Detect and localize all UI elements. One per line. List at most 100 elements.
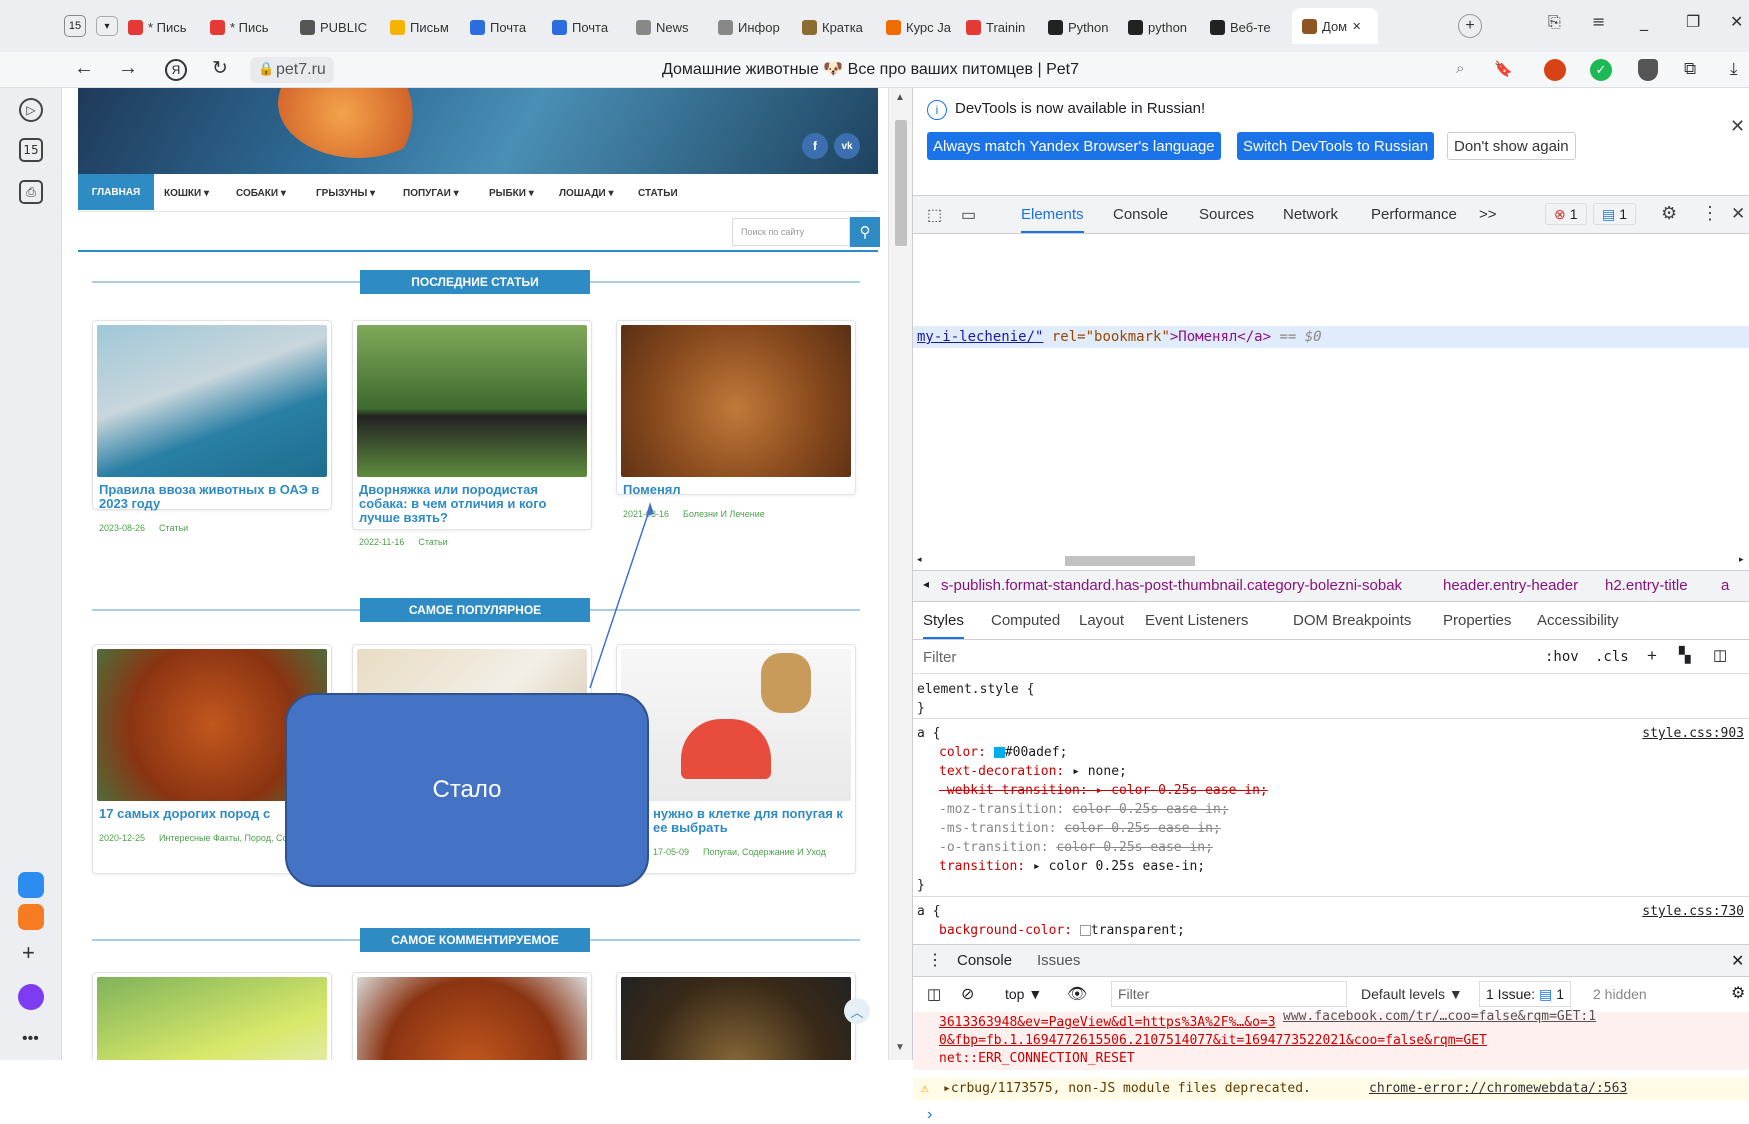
yandex-icon[interactable]: Я [165,59,187,81]
url-pill[interactable]: 🔒 pet7.ru [250,57,334,83]
menu-icon[interactable]: ≡ [1592,12,1605,31]
scroll-down-arrow[interactable]: ▼ [895,1042,905,1053]
css-value[interactable]: color 0.25s ease-in; [1064,821,1221,836]
hov-button[interactable]: :hov [1545,649,1579,665]
browser-tab[interactable]: Дом ✕ [1292,8,1378,44]
browser-tab[interactable]: Почта [552,12,628,42]
switch-russian-button[interactable]: Switch DevTools to Russian [1237,132,1435,160]
css-decl-color[interactable]: color: #00adef; [939,743,1067,762]
css-decl-moz-transition[interactable]: -moz-transition: color 0.25s ease-in; [939,800,1229,819]
context-select[interactable]: top ▼ [1005,986,1042,1002]
error-source-link[interactable]: www.facebook.com/tr/…coo=false&rqm=GET:1 [1283,1008,1596,1026]
clipboard-icon[interactable]: ⧉ [1684,59,1696,79]
tab-performance[interactable]: Performance [1371,206,1457,223]
close-drawer-icon[interactable]: ✕ [1731,951,1744,971]
shield-icon[interactable] [1638,59,1658,81]
cls-button[interactable]: .cls [1595,649,1629,665]
tab-dom-breakpoints[interactable]: DOM Breakpoints [1293,612,1411,629]
tab-network[interactable]: Network [1283,206,1338,223]
css-value[interactable]: #00adef; [1005,745,1068,760]
more-tabs-icon[interactable]: >> [1479,206,1497,223]
mail-icon[interactable] [18,904,44,930]
rule-source-link[interactable]: style.css:730 [1642,902,1744,921]
browser-tab[interactable]: Python [1048,12,1124,42]
forward-icon[interactable]: → [118,57,138,80]
close-devtools-icon[interactable]: ✕ [1731,204,1745,224]
css-decl-background[interactable]: background-color: transparent; [939,921,1185,940]
more-icon[interactable]: ••• [22,1030,39,1048]
css-value[interactable]: color 0.25s ease-in; [1072,802,1229,817]
crumb-item[interactable]: a [1721,577,1729,594]
download-icon[interactable]: ⤓ [1730,59,1738,79]
close-window-icon[interactable]: ✕ [1730,12,1743,31]
tab-event-listeners[interactable]: Event Listeners [1145,612,1248,629]
clear-console-icon[interactable]: ⊘ [961,984,974,1004]
color-swatch-icon[interactable] [1079,925,1091,936]
search-page-icon[interactable]: ⌕ [1456,60,1464,77]
device-toolbar-icon[interactable]: ▭ [961,205,976,225]
reload-icon[interactable]: ↻ [212,57,228,80]
browser-tab[interactable]: python [1128,12,1204,42]
console-filter-input[interactable]: Filter [1111,981,1347,1007]
tab-console[interactable]: Console [1113,206,1168,223]
crumb-left-icon[interactable]: ◂ [923,577,929,591]
browser-tab[interactable]: Инфор [718,12,794,42]
console-prompt[interactable]: › [927,1106,932,1124]
bookmark-icon[interactable]: 🔖 [1494,60,1513,78]
console-settings-icon[interactable]: ⚙ [1731,983,1745,1003]
drawer-menu-icon[interactable]: ⋮ [927,950,943,970]
tab-sources[interactable]: Sources [1199,206,1254,223]
settings-icon[interactable]: ⚙ [1661,203,1677,224]
new-tab-button[interactable]: + [1458,14,1482,38]
css-value[interactable]: transparent; [1091,923,1185,938]
issue-count-badge[interactable]: ▤ 1 [1593,203,1637,225]
messenger-icon[interactable] [18,872,44,898]
css-value[interactable]: color 0.25s ease-in; [1056,840,1213,855]
eye-icon[interactable]: 👁 [1067,984,1087,1004]
close-banner-icon[interactable]: ✕ [1730,116,1745,137]
log-levels-select[interactable]: Default levels ▼ [1361,986,1463,1002]
add-icon[interactable]: + [22,940,35,966]
alice-icon[interactable] [18,984,44,1010]
crumb-item[interactable]: header.entry-header [1443,577,1578,594]
browser-tab[interactable]: PUBLIC [300,12,376,42]
drawer-tab-console[interactable]: Console [957,952,1012,969]
match-language-button[interactable]: Always match Yandex Browser's language [927,132,1221,160]
sidebar-icon[interactable]: ◫ [927,985,941,1003]
css-decl-o-transition[interactable]: -o-transition: color 0.25s ease-in; [939,838,1213,857]
check-extension-icon[interactable]: ✓ [1590,59,1612,81]
styles-filter-input[interactable]: Filter [923,649,956,666]
browser-tab[interactable]: Курс Ja [886,12,962,42]
sidebar-toggle-icon[interactable]: ◫ [1713,646,1727,664]
tab-properties[interactable]: Properties [1443,612,1511,629]
tab-styles[interactable]: Styles [923,612,964,639]
minimize-icon[interactable]: _ [1640,12,1648,31]
css-decl-webkit-transition[interactable]: -webkit-transition: ▸ color 0.25s ease-i… [939,781,1268,800]
scroll-to-top-button[interactable]: ︿ [844,998,870,1024]
screenshot-icon[interactable]: ⎙ [19,180,43,204]
warning-source-link[interactable]: chrome-error://chromewebdata/:563 [1369,1078,1627,1100]
browser-tab[interactable]: Письм [390,12,466,42]
tab-count-badge[interactable]: 15 [64,15,86,37]
restore-icon[interactable]: ❐ [1686,12,1700,31]
horizontal-scrollbar[interactable]: ◂ ▸ [913,552,1749,570]
css-decl-ms-transition[interactable]: -ms-transition: color 0.25s ease-in; [939,819,1221,838]
scroll-left-arrow[interactable]: ◂ [917,554,922,565]
warning-text[interactable]: ▸crbug/1173575, non-JS module files depr… [943,1078,1311,1100]
tabs-counter-icon[interactable]: 15 [19,138,43,162]
bookmarks-icon[interactable]: ⎘ [1548,12,1561,32]
tab-accessibility[interactable]: Accessibility [1537,612,1619,629]
browser-tab[interactable]: News [636,12,712,42]
extension-icon[interactable] [1544,59,1566,81]
rule-source-link[interactable]: style.css:903 [1642,724,1744,743]
browser-tab[interactable]: * Пись [210,12,286,42]
paint-icon[interactable]: ▚ [1679,646,1691,664]
crumb-item[interactable]: s-publish.format-standard.has-post-thumb… [941,577,1402,594]
tab-layout[interactable]: Layout [1079,612,1124,629]
selected-node[interactable]: my-i-lechenie/" rel="bookmark">Поменял</… [913,326,1749,348]
dont-show-button[interactable]: Don't show again [1447,132,1576,160]
color-swatch-icon[interactable] [993,747,1005,758]
play-icon[interactable]: ▷ [19,98,43,122]
hscroll-thumb[interactable] [1065,556,1195,566]
browser-tab[interactable]: Trainin [966,12,1042,42]
